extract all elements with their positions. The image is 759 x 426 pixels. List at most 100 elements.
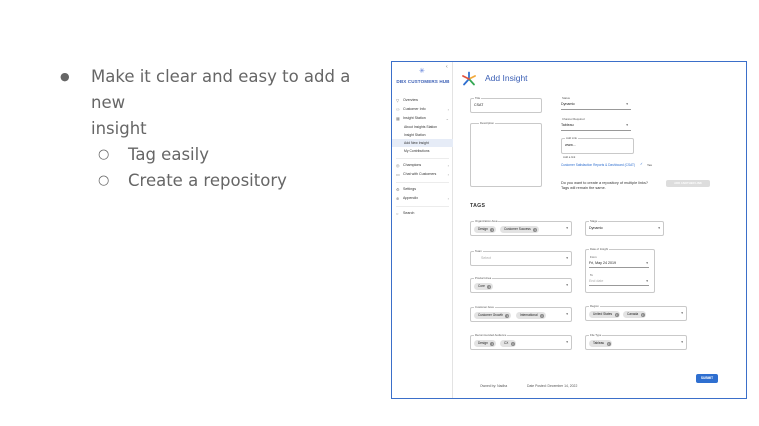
- recommended-audience-label: Recommended Audience: [474, 333, 508, 337]
- sidebar-item-overview[interactable]: ▽ Overview: [392, 96, 453, 105]
- team-select[interactable]: Team Select ▾: [470, 249, 572, 266]
- team-label: Team: [474, 249, 483, 253]
- chevron-down-icon: ▾: [658, 226, 660, 230]
- sidebar-divider: [396, 155, 449, 159]
- check-icon[interactable]: ✓: [640, 162, 643, 166]
- insight-logo-icon: [462, 71, 476, 86]
- sidebar-item-label: Insight Station: [403, 116, 426, 120]
- product-area-label: Product Area: [474, 276, 493, 280]
- chevron-down-icon: ▾: [566, 283, 568, 287]
- close-icon[interactable]: ×: [540, 313, 545, 318]
- sidebar-divider: [396, 179, 449, 183]
- title-field[interactable]: Title CSAT: [470, 96, 542, 113]
- logo-icon: ✳: [419, 68, 425, 75]
- sidebar-subitem-insight-station[interactable]: Insight Station: [392, 131, 453, 139]
- sidebar-subitem-add-new-insight[interactable]: Add New Insight: [392, 139, 453, 147]
- sidebar-nav: ▽ Overview ⚇ Customer Info › ▦ Insight S…: [392, 96, 453, 218]
- chevron-down-icon: ▾: [566, 312, 568, 316]
- from-date-field[interactable]: From Fri, May 24 2019 ▾: [589, 255, 649, 268]
- organization-area-select[interactable]: Organization Area Design × Customer Succe…: [470, 219, 572, 236]
- add-another-link-button[interactable]: ADD ANOTHER LINK: [666, 180, 710, 187]
- product-area-select[interactable]: Product Area Core × ▾: [470, 276, 572, 293]
- collapse-sidebar-icon[interactable]: ‹: [446, 64, 448, 70]
- close-icon[interactable]: ×: [505, 313, 510, 318]
- status-value: Dynamic: [561, 102, 575, 106]
- region-select[interactable]: Region United States × Canada × ▾: [585, 304, 687, 321]
- title-value: CSAT: [474, 103, 484, 107]
- chevron-right-icon: ›: [447, 163, 449, 168]
- sidebar-subitem-about[interactable]: About Insights Station: [392, 123, 453, 131]
- chevron-down-icon: ▾: [566, 340, 568, 344]
- close-icon[interactable]: ×: [606, 341, 611, 346]
- grid-icon: ▦: [396, 116, 400, 121]
- sidebar-item-chat[interactable]: ▭ Chat with Customers ›: [392, 170, 453, 179]
- chevron-down-icon: ▾: [566, 256, 568, 260]
- report-link[interactable]: Customer Satisfaction Reports & Dashboar…: [561, 163, 635, 167]
- chevron-down-icon: ▾: [626, 102, 628, 106]
- bullet-main-text: Make it clear and easy to add a new: [91, 67, 351, 112]
- submit-button[interactable]: SUBMIT: [696, 374, 718, 383]
- sidebar-item-insight-station[interactable]: ▦ Insight Station ⌄: [392, 114, 453, 123]
- close-icon[interactable]: ×: [490, 341, 495, 346]
- description-label: Description: [479, 121, 495, 125]
- sidebar-subitem-my-contributions[interactable]: My Contributions: [392, 147, 453, 155]
- close-icon[interactable]: ×: [487, 284, 492, 289]
- page-title: Add Insight: [485, 73, 528, 83]
- file-type-label: File Type: [589, 333, 603, 337]
- tag-chip[interactable]: Tableau ×: [589, 340, 613, 347]
- add-link-field[interactable]: Add Link www...: [561, 136, 634, 154]
- add-link-value: www...: [565, 143, 576, 147]
- sidebar-divider: [396, 203, 449, 207]
- sidebar-item-label: Search: [403, 211, 415, 215]
- status-label: Status: [561, 96, 571, 100]
- close-icon[interactable]: ×: [640, 312, 645, 317]
- chip-label: CX: [504, 341, 509, 345]
- tag-chip[interactable]: Canada ×: [623, 311, 647, 318]
- chip-label: Customer Success: [504, 227, 531, 231]
- tag-chip[interactable]: International ×: [516, 312, 546, 319]
- customer-area-select[interactable]: Customer Area Customer Growth × Internati…: [470, 305, 572, 322]
- sidebar-item-customer-info[interactable]: ⚇ Customer Info ›: [392, 105, 453, 114]
- stage-label: Stage: [589, 219, 599, 223]
- close-icon[interactable]: ×: [614, 312, 619, 317]
- date-posted-text: Date Posted: December 14, 2022: [527, 384, 578, 388]
- sidebar-item-label: Appendix: [403, 196, 418, 200]
- tag-chip[interactable]: CX ×: [500, 340, 517, 347]
- tag-chip[interactable]: Design ×: [474, 340, 496, 347]
- close-icon[interactable]: ×: [533, 227, 538, 232]
- chip-label: Design: [478, 341, 488, 345]
- chevron-down-icon: ▾: [646, 279, 648, 283]
- sidebar-item-appendix[interactable]: ⊕ Appendix ›: [392, 194, 453, 203]
- region-label: Region: [589, 304, 600, 308]
- bullet-main-text-cont: insight: [91, 119, 147, 138]
- sidebar-item-label: Overview: [403, 98, 418, 102]
- tag-chip[interactable]: Customer Success ×: [500, 226, 539, 233]
- stage-select[interactable]: Stage Dynamic ▾: [585, 219, 664, 236]
- team-placeholder: Select: [481, 256, 491, 260]
- sidebar-item-search[interactable]: ○ Search: [392, 209, 453, 218]
- filter-icon: ▽: [396, 98, 400, 103]
- stage-value: Dynamic: [589, 226, 603, 230]
- chip-label: Design: [478, 227, 488, 231]
- to-date-field[interactable]: To End date ▾: [589, 273, 649, 286]
- owner-text: Owned by: Nadha: [480, 384, 508, 388]
- tag-chip[interactable]: Customer Growth ×: [474, 312, 511, 319]
- channel-select[interactable]: Channel Required Tableau ▾: [561, 117, 631, 131]
- close-icon[interactable]: ×: [490, 227, 495, 232]
- recommended-audience-select[interactable]: Recommended Audience Design × CX × ▾: [470, 333, 572, 350]
- tag-chip[interactable]: Design ×: [474, 226, 496, 233]
- file-type-select[interactable]: File Type Tableau × ▾: [585, 333, 687, 350]
- chip-label: Canada: [627, 312, 639, 316]
- tag-chip[interactable]: United States ×: [589, 311, 621, 318]
- tag-chip[interactable]: Core ×: [474, 283, 493, 290]
- organization-area-label: Organization Area: [474, 219, 499, 223]
- close-icon[interactable]: ×: [510, 341, 515, 346]
- chevron-down-icon: ▾: [646, 261, 648, 265]
- sidebar-item-settings[interactable]: ⚙ Settings: [392, 185, 453, 194]
- chat-icon: ▭: [396, 172, 400, 177]
- from-value: Fri, May 24 2019: [589, 261, 616, 265]
- status-select[interactable]: Status Dynamic ▾: [561, 96, 631, 110]
- description-textarea[interactable]: Description: [470, 121, 542, 187]
- sidebar-item-champions[interactable]: ◎ Champions ›: [392, 161, 453, 170]
- brand-name: DBX CUSTOMERS HUB: [396, 79, 450, 84]
